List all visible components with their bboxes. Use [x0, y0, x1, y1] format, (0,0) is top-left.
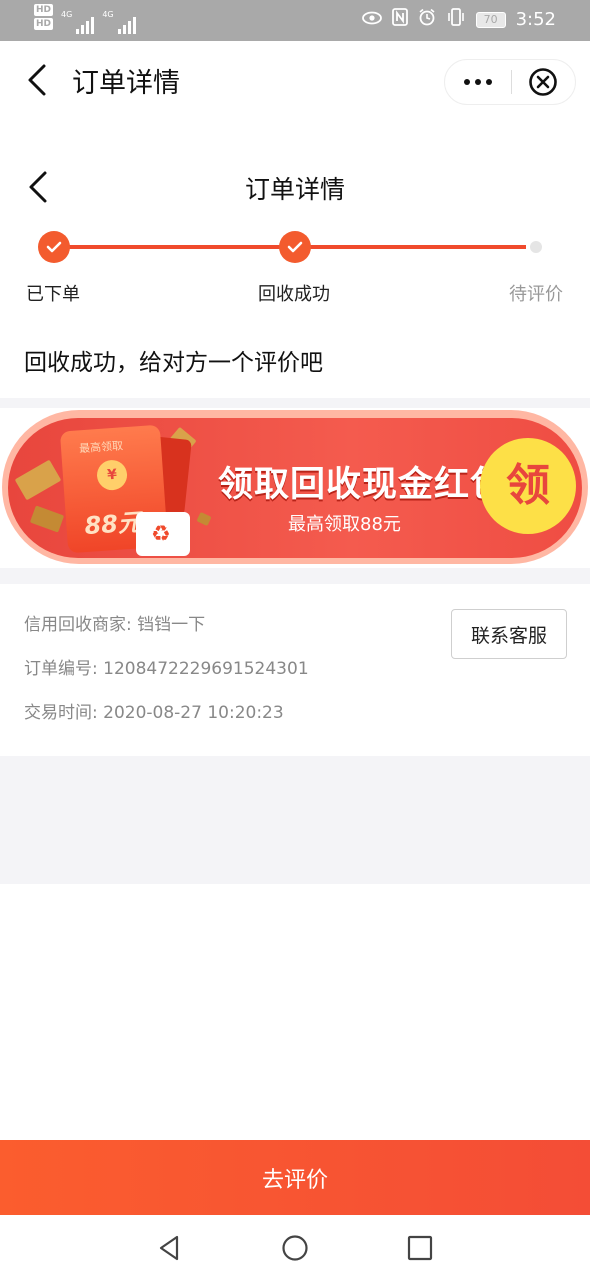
vibrate-icon — [446, 8, 466, 31]
banner-title: 领取回收现金红包 — [218, 465, 507, 505]
leaf-decoration — [196, 511, 212, 527]
status-message: 回收成功，给对方一个评价吧 — [24, 350, 323, 376]
leaf-decoration — [14, 459, 62, 501]
check-icon — [38, 231, 70, 263]
envelope-amount: 88元 — [83, 508, 143, 541]
banner-subtitle: 最高领取88元 — [288, 514, 401, 535]
progress-line — [66, 245, 282, 249]
nav-home-icon[interactable] — [279, 1232, 311, 1264]
merchant-info: 信用回收商家: 铛铛一下 — [24, 615, 206, 635]
nav-back-icon[interactable] — [153, 1232, 185, 1264]
order-progress: 已下单 回收成功 待评价 — [0, 228, 590, 308]
progress-line — [308, 245, 526, 249]
signal-icon: 4G — [61, 10, 95, 34]
transaction-time: 交易时间: 2020-08-27 10:20:23 — [24, 703, 284, 723]
envelope-caption: 最高领取 — [78, 439, 124, 456]
step-label-ordered: 已下单 — [26, 284, 80, 305]
status-bar: HD HD 4G 4G 70 3:52 — [0, 0, 590, 41]
status-right: 70 3:52 — [361, 8, 556, 31]
gray-block — [0, 756, 590, 884]
back-arrow-icon[interactable] — [24, 63, 52, 97]
hd-badges: HD HD — [34, 4, 54, 30]
mini-program-header: 订单详情 — [0, 41, 590, 119]
eye-icon — [361, 10, 382, 30]
nav-recents-icon[interactable] — [404, 1232, 436, 1264]
contact-service-button[interactable]: 联系客服 — [451, 609, 567, 659]
capsule-menu — [444, 59, 576, 105]
claim-button[interactable]: 领 — [480, 438, 576, 534]
section-divider — [0, 568, 590, 584]
pending-dot — [530, 241, 542, 253]
leaf-decoration — [29, 505, 65, 533]
system-nav-bar — [0, 1215, 590, 1280]
network-type: 4G — [102, 10, 114, 19]
battery-icon: 70 — [475, 11, 506, 28]
recycle-shirt-icon: ♻ — [136, 512, 190, 556]
step-label-pending-review: 待评价 — [509, 284, 563, 305]
order-number: 订单编号: 1208472229691524301 — [24, 659, 309, 679]
network-type: 4G — [61, 10, 73, 19]
status-left: HD HD 4G 4G — [34, 4, 136, 34]
red-packet-banner[interactable]: 最高领取 ¥ 88元 ♻ 领取回收现金红包 最高领取88元 领 — [0, 408, 590, 568]
signal-icon: 4G — [102, 10, 136, 34]
step-label-recycled: 回收成功 — [258, 284, 330, 305]
hd-badge: HD — [34, 4, 54, 16]
check-icon — [279, 231, 311, 263]
close-circle-icon[interactable] — [512, 59, 576, 105]
more-dots-icon[interactable] — [445, 59, 511, 105]
hd-badge: HD — [34, 18, 54, 30]
page-title: 订单详情 — [244, 175, 345, 204]
nfc-icon — [391, 8, 408, 31]
coin-icon: ¥ — [96, 459, 129, 492]
clock: 3:52 — [515, 9, 556, 30]
banner-body: 最高领取 ¥ 88元 ♻ 领取回收现金红包 最高领取88元 领 — [8, 418, 582, 558]
go-review-button[interactable]: 去评价 — [0, 1140, 590, 1215]
section-divider — [0, 398, 590, 408]
alarm-icon — [418, 8, 436, 31]
header-title: 订单详情 — [72, 68, 180, 99]
